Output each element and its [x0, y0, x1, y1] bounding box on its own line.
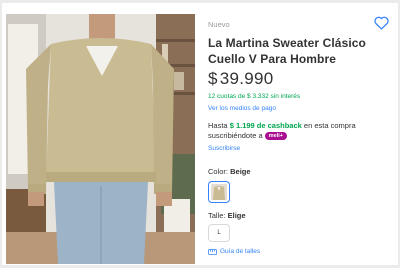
swatch-thumbnail	[210, 183, 228, 201]
product-info: Nuevo La Martina Sweater Clásico Cuello …	[208, 3, 396, 265]
price-currency: $	[208, 69, 218, 88]
ruler-icon	[208, 248, 217, 255]
cashback-text: Hasta $ 1.199 de cashback en esta compra…	[208, 121, 394, 141]
size-value: Elige	[227, 211, 246, 220]
color-value: Beige	[230, 167, 251, 176]
size-guide-label: Guía de talles	[220, 248, 261, 255]
color-swatch-beige[interactable]	[208, 181, 230, 203]
payment-methods-link[interactable]: Ver los medios de pago	[208, 105, 276, 112]
heart-icon[interactable]	[374, 16, 389, 30]
meli-plus-badge: meli+	[264, 132, 287, 140]
condition-label: Nuevo	[208, 20, 230, 29]
product-image[interactable]	[6, 14, 195, 264]
size-option-l[interactable]: L	[208, 224, 230, 242]
product-card: Nuevo La Martina Sweater Clásico Cuello …	[2, 3, 398, 265]
price: $39.990	[208, 69, 274, 89]
color-label-text: Color:	[208, 167, 229, 176]
installments-text: 12 cuotas de $ 3.332 sin interés	[208, 93, 301, 100]
size-guide-link[interactable]: Guía de talles	[208, 248, 260, 255]
cashback-prefix: Hasta	[208, 121, 228, 130]
price-amount: 39.990	[219, 69, 274, 88]
product-photo	[6, 14, 195, 264]
color-label: Color: Beige	[208, 167, 251, 176]
size-label: Talle: Elige	[208, 211, 246, 220]
subscribe-link[interactable]: Suscribirse	[208, 145, 240, 152]
product-title: La Martina Sweater Clásico Cuello V Para…	[208, 36, 366, 66]
cashback-amount: $ 1.199 de cashback	[229, 121, 302, 130]
size-label-text: Talle:	[208, 211, 226, 220]
